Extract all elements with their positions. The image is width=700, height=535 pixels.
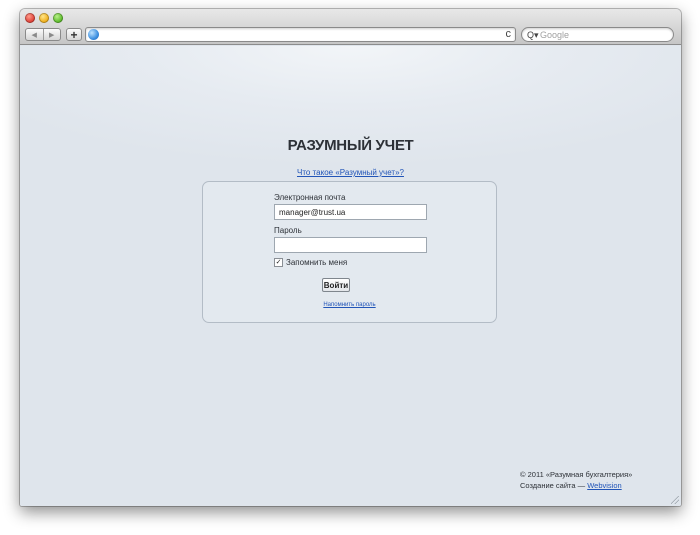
globe-icon xyxy=(88,29,99,40)
minimize-window-icon[interactable] xyxy=(39,13,49,23)
remind-password-link[interactable]: Напомнить пароль xyxy=(203,302,496,308)
password-field[interactable] xyxy=(274,237,427,253)
plus-icon: + xyxy=(70,27,78,42)
reload-icon[interactable]: c xyxy=(506,28,512,41)
maximize-window-icon[interactable] xyxy=(53,13,63,23)
about-link[interactable]: Что такое «Разумный учет»? xyxy=(20,168,681,177)
browser-toolbar: ◀ ▶ + c Q▾ xyxy=(20,9,681,45)
search-bar[interactable]: Q▾ xyxy=(521,27,674,42)
add-bookmark-button[interactable]: + xyxy=(66,28,82,41)
browser-window: ◀ ▶ + c Q▾ РАЗУМНЫЙ УЧЕТ Что такое «Разу… xyxy=(20,9,681,506)
login-form: Электронная почта Пароль ✓ Запомнить мен… xyxy=(202,181,497,323)
back-arrow-icon: ◀ xyxy=(31,31,37,39)
page-title: РАЗУМНЫЙ УЧЕТ xyxy=(287,137,414,154)
history-nav: ◀ ▶ xyxy=(25,28,61,41)
page-content: РАЗУМНЫЙ УЧЕТ Что такое «Разумный учет»?… xyxy=(20,46,681,506)
remember-checkbox[interactable]: ✓ xyxy=(274,258,283,267)
credits: Создание сайта — Webvision xyxy=(520,480,632,491)
password-label: Пароль xyxy=(274,226,302,235)
email-label: Электронная почта xyxy=(274,193,346,202)
forward-button[interactable]: ▶ xyxy=(42,29,61,40)
forward-arrow-icon: ▶ xyxy=(49,31,55,39)
footer: © 2011 «Разумная бухгалтерия» Создание с… xyxy=(520,469,632,491)
email-field[interactable] xyxy=(274,204,427,220)
back-button[interactable]: ◀ xyxy=(26,29,43,40)
remember-label: Запомнить меня xyxy=(286,258,348,267)
address-bar[interactable]: c xyxy=(85,27,516,42)
search-icon[interactable]: Q▾ xyxy=(527,29,539,41)
remember-me[interactable]: ✓ Запомнить меня xyxy=(274,258,347,267)
login-button[interactable]: Войти xyxy=(322,278,350,292)
copyright: © 2011 «Разумная бухгалтерия» xyxy=(520,470,633,479)
search-input[interactable] xyxy=(540,28,670,41)
close-window-icon[interactable] xyxy=(25,13,35,23)
credits-prefix: Создание сайта — xyxy=(520,481,588,490)
webvision-link[interactable]: Webvision xyxy=(587,481,621,490)
resize-grip-icon[interactable] xyxy=(671,496,679,504)
